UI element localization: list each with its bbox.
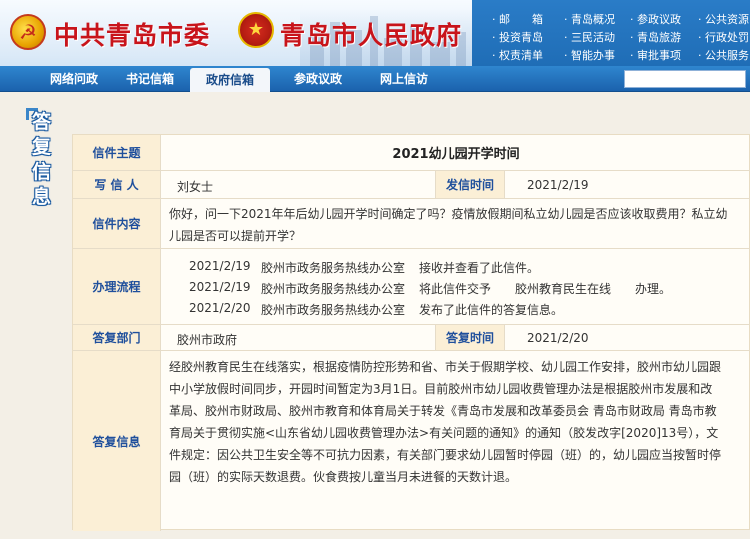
process-date: 2021/2/19 <box>189 280 251 294</box>
row-writer: 写 信 人 刘女士 发信时间 2021/2/19 <box>73 171 750 199</box>
party-committee-title[interactable]: 中共青岛市委 <box>54 16 210 52</box>
subject-value: 2021幼儿园开学时间 <box>392 147 520 162</box>
side-section: 答 复 信 息 <box>0 92 70 539</box>
subject-label: 信件主题 <box>73 135 161 170</box>
content-label: 信件内容 <box>73 199 161 248</box>
side-char: 息 <box>32 186 52 208</box>
row-reply-dept: 答复部门 胶州市政府 答复时间 2021/2/20 <box>73 325 750 351</box>
national-emblem-icon: ★ <box>238 12 274 48</box>
reply-info-label: 答 复 信 息 <box>32 110 56 210</box>
nav-online-politics[interactable]: 网络问政 <box>38 66 110 92</box>
quick-link-invest[interactable]: · 投资青岛 <box>492 29 543 45</box>
quick-link-penalty[interactable]: · 行政处罚 <box>698 29 749 45</box>
process-label: 办理流程 <box>73 249 161 324</box>
quick-link-overview[interactable]: · 青岛概况 <box>564 11 615 27</box>
quick-link-tourism[interactable]: · 青岛旅游 <box>630 29 681 45</box>
quick-link-three-min[interactable]: · 三民活动 <box>564 29 615 45</box>
writer-label: 写 信 人 <box>73 171 161 198</box>
reply-label: 答复信息 <box>73 351 161 531</box>
row-process: 办理流程 2021/2/19 胶州市政务服务热线办公室 接收并查看了此信件。 2… <box>73 249 750 325</box>
send-time-label: 发信时间 <box>435 171 505 198</box>
government-title[interactable]: 青岛市人民政府 <box>280 16 462 52</box>
reply-time-value: 2021/2/20 <box>527 331 589 345</box>
process-action: 将此信件交予 胶州教育民生在线 办理。 <box>419 282 672 296</box>
quick-link-politics[interactable]: · 参政议政 <box>630 11 681 27</box>
process-dept: 胶州市政务服务热线办公室 <box>261 261 406 275</box>
nav-participate[interactable]: 参政议政 <box>280 66 356 92</box>
quick-link-approval[interactable]: · 审批事项 <box>630 47 681 63</box>
row-reply: 答复信息 经胶州教育民生在线落实，根据疫情防控形势和省、市关于假期学校、幼儿园工… <box>73 351 750 531</box>
reply-dept-label: 答复部门 <box>73 325 161 350</box>
search-input[interactable] <box>624 70 746 88</box>
nav-secretary-mailbox[interactable]: 书记信箱 <box>114 66 186 92</box>
header-banner: ☭ 中共青岛市委 ★ 青岛市人民政府 · 邮 箱 · 青岛概况 · 参政议政 ·… <box>0 0 750 66</box>
quick-links: · 邮 箱 · 青岛概况 · 参政议政 · 公共资源 · 投资青岛 · 三民活动… <box>472 0 750 66</box>
process-date: 2021/2/20 <box>189 301 251 315</box>
quick-link-resources[interactable]: · 公共资源 <box>698 11 749 27</box>
side-char: 复 <box>32 136 52 158</box>
content-value: 你好，问一下2021年年后幼儿园开学时间确定了吗？疫情放假期间私立幼儿园是否应该… <box>169 207 728 243</box>
process-action: 接收并查看了此信件。 <box>419 261 540 275</box>
nav-government-mailbox[interactable]: 政府信箱 <box>190 68 270 92</box>
quick-link-public-service[interactable]: · 公共服务 <box>698 47 749 63</box>
reply-time-label: 答复时间 <box>435 325 505 350</box>
letter-detail-table: 信件主题 2021幼儿园开学时间 写 信 人 刘女士 发信时间 2021/2/1… <box>72 134 750 531</box>
process-date: 2021/2/19 <box>189 259 251 273</box>
process-dept: 胶州市政务服务热线办公室 <box>261 303 406 317</box>
reply-value: 经胶州教育民生在线落实，根据疫情防控形势和省、市关于假期学校、幼儿园工作安排，胶… <box>169 360 722 484</box>
side-char: 答 <box>32 111 52 133</box>
party-emblem-icon: ☭ <box>10 14 46 50</box>
quick-link-smart-service[interactable]: · 智能办事 <box>564 47 615 63</box>
nav-online-petition[interactable]: 网上信访 <box>368 66 440 92</box>
quick-link-mailbox[interactable]: · 邮 箱 <box>492 11 543 27</box>
send-time-value: 2021/2/19 <box>527 178 589 192</box>
main-navbar: 网络问政 书记信箱 政府信箱 参政议政 网上信访 <box>0 66 750 92</box>
process-dept: 胶州市政务服务热线办公室 <box>261 282 406 296</box>
reply-dept-value: 胶州市政府 <box>177 333 238 347</box>
row-content: 信件内容 你好，问一下2021年年后幼儿园开学时间确定了吗？疫情放假期间私立幼儿… <box>73 199 750 249</box>
quick-link-powers[interactable]: · 权责清单 <box>492 47 543 63</box>
side-char: 信 <box>32 161 52 183</box>
writer-value: 刘女士 <box>177 180 214 194</box>
process-action: 发布了此信件的答复信息。 <box>419 303 564 317</box>
row-subject: 信件主题 2021幼儿园开学时间 <box>73 135 750 171</box>
